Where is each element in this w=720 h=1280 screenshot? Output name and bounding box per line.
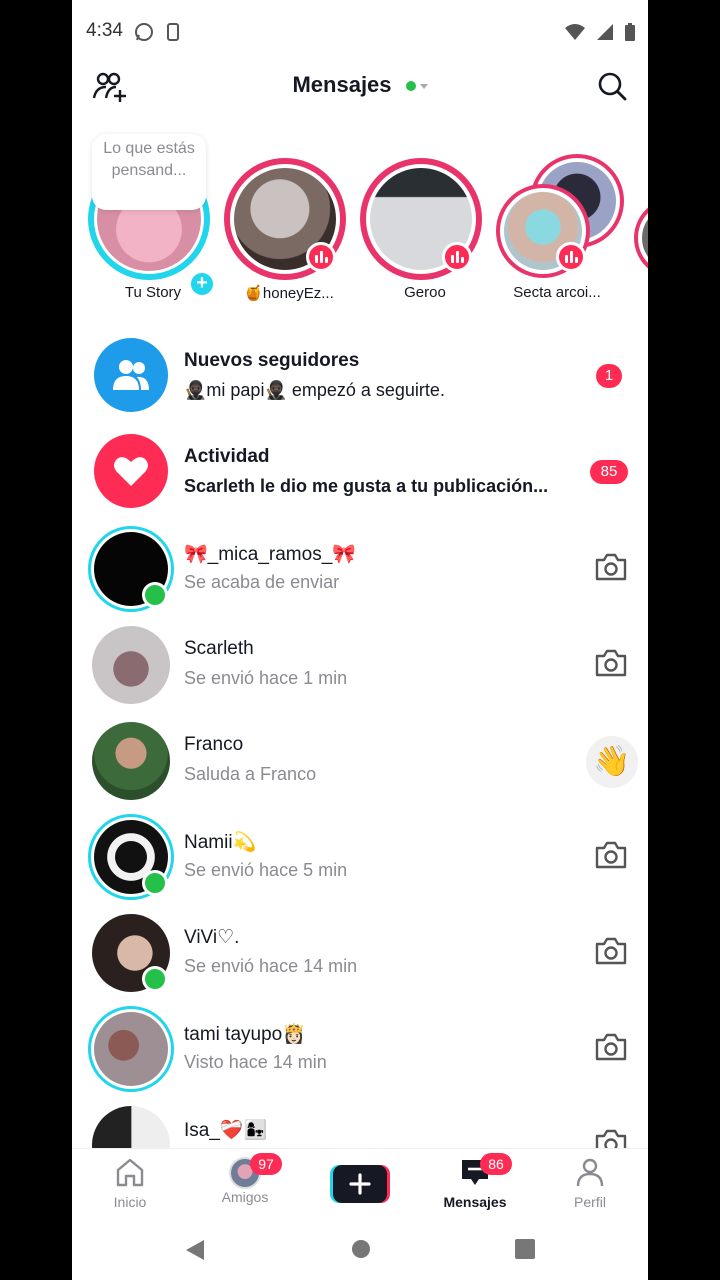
story-name: 🍯honeyEz...	[244, 285, 334, 302]
friends-badge: 97	[250, 1153, 282, 1175]
page-title: Mensajes	[292, 72, 392, 97]
story-name: Tu Story	[124, 284, 182, 301]
conversation-preview: Se envió hace 14 min	[184, 956, 358, 976]
nav-friends[interactable]: Amigos 97	[200, 1153, 290, 1205]
list-item-activity[interactable]: Actividad Scarleth le dio me gusta a tu …	[72, 426, 648, 522]
conversation-preview: Se acaba de enviar	[184, 572, 340, 592]
bottom-nav: Inicio Amigos 97 Mensajes 86 Perfil	[72, 1148, 648, 1220]
avatar	[92, 722, 170, 800]
unread-badge: 1	[596, 364, 622, 388]
conversation-name: Isa_❤️‍🩹👩‍👧	[184, 1120, 268, 1141]
conversation-name: 🎀_mica_ramos_🎀	[184, 544, 356, 565]
status-bar: 4:34	[72, 0, 648, 60]
list-item[interactable]: Namii💫 Se envió hace 5 min	[72, 810, 648, 906]
nav-label: Perfil	[574, 1194, 606, 1210]
avatar	[92, 1106, 170, 1148]
whatsapp-icon	[135, 23, 153, 41]
nav-profile[interactable]: Perfil	[545, 1157, 635, 1210]
conversation-preview: Se envió hace 1 min	[184, 668, 348, 688]
phone-screen: 4:34 Mensajes + Tu Story Lo que estás pe…	[72, 0, 648, 1280]
heart-icon	[94, 434, 168, 508]
conversation-preview: 🥷🏿mi papi🥷🏿 empezó a seguirte.	[184, 380, 445, 400]
camera-icon[interactable]	[594, 1128, 628, 1148]
conversation-name: Nuevos seguidores	[184, 350, 360, 371]
home-circle-icon[interactable]	[350, 1238, 372, 1260]
conversation-preview: Scarleth le dio me gusta a tu publicació…	[184, 476, 549, 496]
chevron-down-icon[interactable]	[419, 83, 428, 89]
camera-icon[interactable]	[594, 648, 628, 678]
conversation-name: Actividad	[184, 446, 270, 467]
battery-icon	[625, 23, 635, 41]
conversation-name: Franco	[184, 734, 244, 755]
list-item[interactable]: Franco Saluda a Franco 👋	[72, 714, 648, 810]
camera-icon[interactable]	[594, 552, 628, 582]
conversation-preview: Saluda a Franco	[184, 764, 317, 784]
list-item[interactable]: Scarleth Se envió hace 1 min	[72, 618, 648, 714]
nav-label: Amigos	[221, 1189, 269, 1205]
avatar	[88, 1006, 174, 1092]
conversation-name: tami tayupo👸🏻	[184, 1024, 306, 1045]
list-item[interactable]: Isa_❤️‍🩹👩‍👧	[72, 1098, 648, 1148]
camera-icon[interactable]	[594, 1032, 628, 1062]
messages-badge: 86	[480, 1153, 512, 1175]
live-icon	[556, 242, 586, 272]
signal-icon	[597, 24, 613, 40]
thought-bubble[interactable]: Lo que estás pensand...	[92, 134, 206, 210]
back-icon[interactable]	[184, 1238, 206, 1262]
home-icon	[116, 1158, 144, 1187]
conversation-preview: Se envió hace 5 min	[184, 860, 348, 880]
online-indicator	[142, 582, 168, 608]
list-item[interactable]: tami tayupo👸🏻 Visto hace 14 min	[72, 1002, 648, 1098]
story-name: Secta arcoi...	[513, 284, 601, 301]
list-item-new-followers[interactable]: Nuevos seguidores 🥷🏿mi papi🥷🏿 empezó a s…	[72, 330, 648, 426]
conversation-name: Scarleth	[184, 638, 254, 659]
camera-icon[interactable]	[594, 936, 628, 966]
create-button[interactable]	[330, 1165, 390, 1203]
live-icon	[306, 242, 336, 272]
nav-home[interactable]: Inicio	[85, 1157, 175, 1210]
status-time: 4:34	[86, 20, 123, 41]
online-indicator	[142, 870, 168, 896]
list-item[interactable]: 🎀_mica_ramos_🎀 Se acaba de enviar	[72, 522, 648, 618]
camera-icon[interactable]	[594, 840, 628, 870]
profile-icon	[576, 1158, 604, 1187]
recents-icon[interactable]	[514, 1238, 536, 1260]
nav-messages[interactable]: Mensajes 86	[430, 1153, 520, 1210]
conversation-name: Namii💫	[184, 832, 257, 853]
nav-label: Mensajes	[443, 1194, 507, 1210]
unread-badge: 85	[590, 460, 628, 484]
live-icon	[442, 242, 472, 272]
story-name: Geroo	[404, 284, 446, 301]
wave-button[interactable]: 👋	[586, 736, 638, 788]
nav-label: Inicio	[113, 1194, 147, 1210]
stories-row: + Tu Story Lo que estás pensand... 🍯hone…	[72, 130, 648, 310]
conversation-preview: Visto hace 14 min	[184, 1052, 327, 1072]
search-icon[interactable]	[596, 70, 628, 102]
header: Mensajes	[72, 62, 648, 108]
followers-icon	[94, 338, 168, 412]
system-nav-bar	[72, 1220, 648, 1280]
online-indicator	[142, 966, 168, 992]
sim-icon	[167, 23, 179, 41]
wifi-icon	[565, 24, 585, 40]
avatar	[92, 626, 170, 704]
conversation-name: ViVi♡.	[184, 927, 240, 948]
list-item[interactable]: ViVi♡. Se envió hace 14 min	[72, 906, 648, 1002]
online-status-dot[interactable]	[405, 81, 416, 92]
